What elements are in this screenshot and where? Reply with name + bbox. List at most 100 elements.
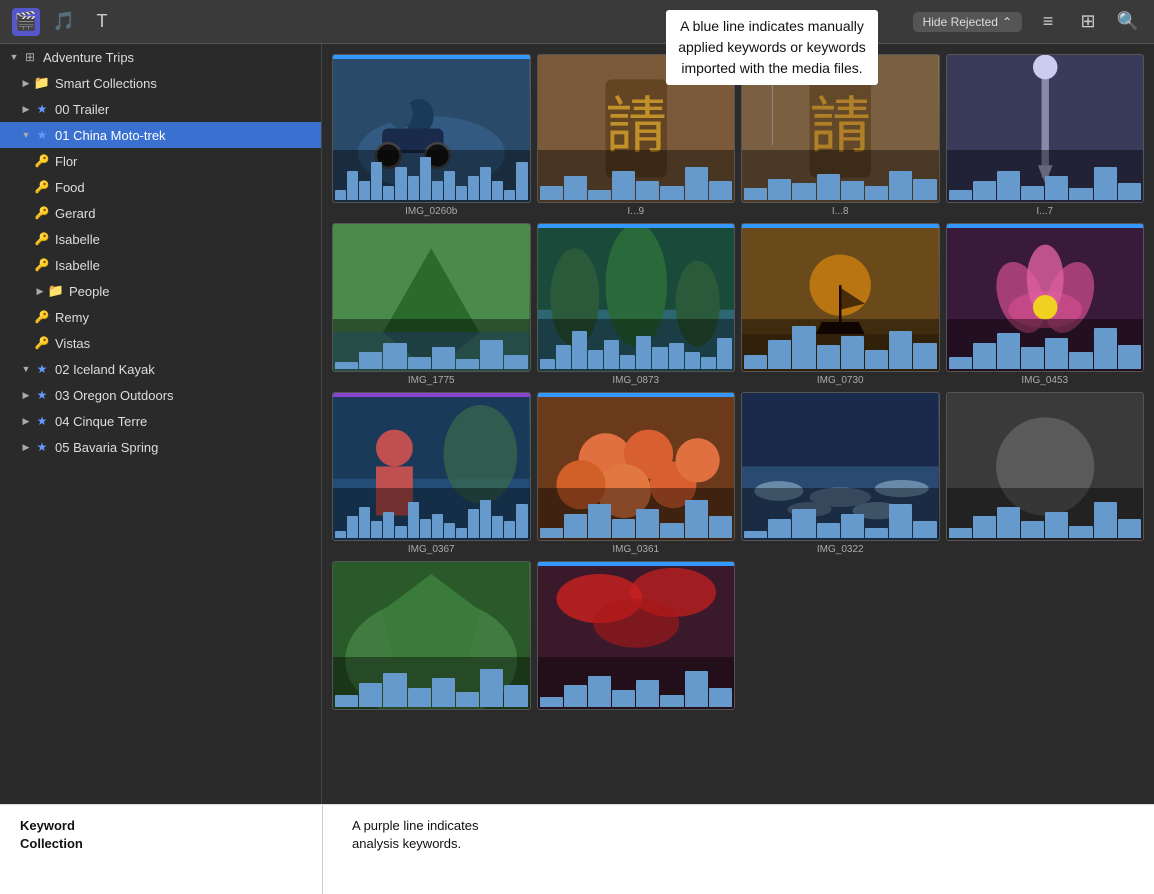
sidebar-item-05-bavaria[interactable]: ▶ ★ 05 Bavaria Spring — [0, 434, 321, 460]
sidebar-isabelle-label: Isabelle — [55, 232, 100, 247]
keyword-icon-remy: 🔑 — [34, 309, 50, 325]
photo-label-img0361: IMG_0361 — [612, 544, 659, 555]
filmstrip-icon[interactable]: ⊞ — [1074, 8, 1102, 36]
hide-rejected-button[interactable]: Hide Rejected ⌃ — [913, 12, 1022, 32]
sidebar-item-01-china[interactable]: ▼ ★ 01 China Moto-trek — [0, 122, 321, 148]
blue-stripe-0730 — [742, 224, 939, 228]
waveform-i9 — [538, 150, 735, 201]
sidebar-00-trailer-label: 00 Trailer — [55, 102, 109, 117]
photo-label-img0873: IMG_0873 — [612, 375, 659, 386]
sidebar-item-flor[interactable]: 🔑 Flor — [0, 148, 321, 174]
photo-cell-i9[interactable]: 請 I...9 — [537, 54, 736, 217]
photo-label-i9: I...9 — [627, 206, 644, 217]
libraries-icon[interactable]: 🎬 — [12, 8, 40, 36]
list-view-icon[interactable]: ≡ — [1034, 8, 1062, 36]
sidebar-02-iceland-label: 02 Iceland Kayak — [55, 362, 155, 377]
chevron-right-icon-oregon: ▶ — [20, 389, 32, 401]
sidebar: ▼ ⊞ Adventure Trips ▶ 📁 Smart Collection… — [0, 44, 322, 894]
photo-cell-img0367[interactable]: IMG_0367 — [332, 392, 531, 555]
sidebar-03-oregon-label: 03 Oregon Outdoors — [55, 388, 174, 403]
photo-cell-i7[interactable]: I...7 — [946, 54, 1145, 217]
photo-label-img0322: IMG_0322 — [817, 544, 864, 555]
sidebar-food-label: Food — [55, 180, 85, 195]
sidebar-root-label: Adventure Trips — [43, 50, 134, 65]
photo-cell-img0322[interactable]: IMG_0322 — [741, 392, 940, 555]
keyword-icon-gerard: 🔑 — [34, 205, 50, 221]
star-icon-oregon: ★ — [34, 387, 50, 403]
purple-stripe-0367 — [333, 393, 530, 397]
blue-stripe-0453 — [947, 224, 1144, 228]
toolbar-left: 🎬 🎵 T — [12, 8, 116, 36]
sidebar-item-vistas[interactable]: 🔑 Vistas — [0, 330, 321, 356]
photo-thumb-i9: 請 — [537, 54, 736, 203]
waveform-p14 — [538, 657, 735, 708]
photo-thumb-img0260b — [332, 54, 531, 203]
photo-cell-img1775[interactable]: IMG_1775 — [332, 223, 531, 386]
sidebar-item-people[interactable]: ▶ 📁 People — [0, 278, 321, 304]
photo-cell-img0361[interactable]: IMG_0361 — [537, 392, 736, 555]
photo-cell-i8[interactable]: 請 I...8 — [741, 54, 940, 217]
sidebar-item-remy[interactable]: 🔑 Remy — [0, 304, 321, 330]
photo-thumb-img0730 — [741, 223, 940, 372]
music-icon[interactable]: 🎵 — [50, 8, 78, 36]
chevron-right-icon: ▶ — [20, 77, 32, 89]
photo-cell-img0730[interactable]: IMG_0730 — [741, 223, 940, 386]
sidebar-item-00-trailer[interactable]: ▶ ★ 00 Trailer — [0, 96, 321, 122]
waveform-img0367 — [333, 488, 530, 539]
photo-thumb-img1775 — [332, 223, 531, 372]
chevron-right-icon-people: ▶ — [34, 285, 46, 297]
folder-icon-people: 📁 — [48, 283, 64, 299]
waveform-i7 — [947, 150, 1144, 201]
waveform-img0453 — [947, 319, 1144, 370]
chevron-down-icon-iceland: ▼ — [20, 363, 32, 375]
photo-grid: IMG_0260b 請 — [332, 54, 1144, 713]
purple-line-annotation: A purple line indicatesanalysis keywords… — [342, 817, 1134, 853]
waveform-img0873 — [538, 319, 735, 370]
photo-thumb-p13 — [332, 561, 531, 710]
photo-thumb-p14 — [537, 561, 736, 710]
sidebar-gerard-label: Gerard — [55, 206, 95, 221]
chevron-down-icon: ▼ — [8, 51, 20, 63]
sidebar-item-gerard[interactable]: 🔑 Gerard — [0, 200, 321, 226]
blue-stripe-0361 — [538, 393, 735, 397]
photo-label-img1775: IMG_1775 — [408, 375, 455, 386]
sidebar-item-food[interactable]: 🔑 Food — [0, 174, 321, 200]
photo-cell-p13[interactable] — [332, 561, 531, 713]
blue-stripe-p14 — [538, 562, 735, 566]
toolbar-right: Hide Rejected ⌃ ≡ ⊞ 🔍 — [913, 8, 1142, 36]
sidebar-item-motoring[interactable]: 🔑 Isabelle — [0, 252, 321, 278]
sidebar-item-03-oregon[interactable]: ▶ ★ 03 Oregon Outdoors — [0, 382, 321, 408]
bottom-annotation-bar: KeywordCollection A purple line indicate… — [0, 804, 1154, 894]
photo-label-img0367: IMG_0367 — [408, 544, 455, 555]
sidebar-item-isabelle[interactable]: 🔑 Isabelle — [0, 226, 321, 252]
sidebar-item-smart-collections[interactable]: ▶ 📁 Smart Collections — [0, 70, 321, 96]
waveform-img0260b — [333, 150, 530, 201]
photo-cell-img0873[interactable]: IMG_0873 — [537, 223, 736, 386]
photo-cell-p12[interactable] — [946, 392, 1145, 555]
search-icon[interactable]: 🔍 — [1114, 8, 1142, 36]
grid-icon: ⊞ — [22, 49, 38, 65]
chevron-right-icon-cinque: ▶ — [20, 415, 32, 427]
photo-cell-img0260b[interactable]: IMG_0260b — [332, 54, 531, 217]
waveform-img1775 — [333, 319, 530, 370]
titles-icon[interactable]: T — [88, 8, 116, 36]
photo-label-img0730: IMG_0730 — [817, 375, 864, 386]
keyword-icon-vistas: 🔑 — [34, 335, 50, 351]
star-icon-bavaria: ★ — [34, 439, 50, 455]
sidebar-item-adventure-trips[interactable]: ▼ ⊞ Adventure Trips — [0, 44, 321, 70]
sidebar-motoring-label: Isabelle — [55, 258, 100, 273]
sidebar-people-label: People — [69, 284, 109, 299]
sidebar-01-china-label: 01 China Moto-trek — [55, 128, 166, 143]
photo-label-img0260b: IMG_0260b — [405, 206, 457, 217]
waveform-bars — [333, 150, 530, 201]
sidebar-vistas-label: Vistas — [55, 336, 90, 351]
star-icon-cinque: ★ — [34, 413, 50, 429]
photo-cell-img0453[interactable]: IMG_0453 — [946, 223, 1145, 386]
photo-label-img0453: IMG_0453 — [1021, 375, 1068, 386]
photo-label-i8: I...8 — [832, 206, 849, 217]
blue-stripe — [333, 55, 530, 59]
sidebar-item-04-cinque[interactable]: ▶ ★ 04 Cinque Terre — [0, 408, 321, 434]
sidebar-flor-label: Flor — [55, 154, 77, 169]
sidebar-item-02-iceland[interactable]: ▼ ★ 02 Iceland Kayak — [0, 356, 321, 382]
photo-cell-p14[interactable] — [537, 561, 736, 713]
